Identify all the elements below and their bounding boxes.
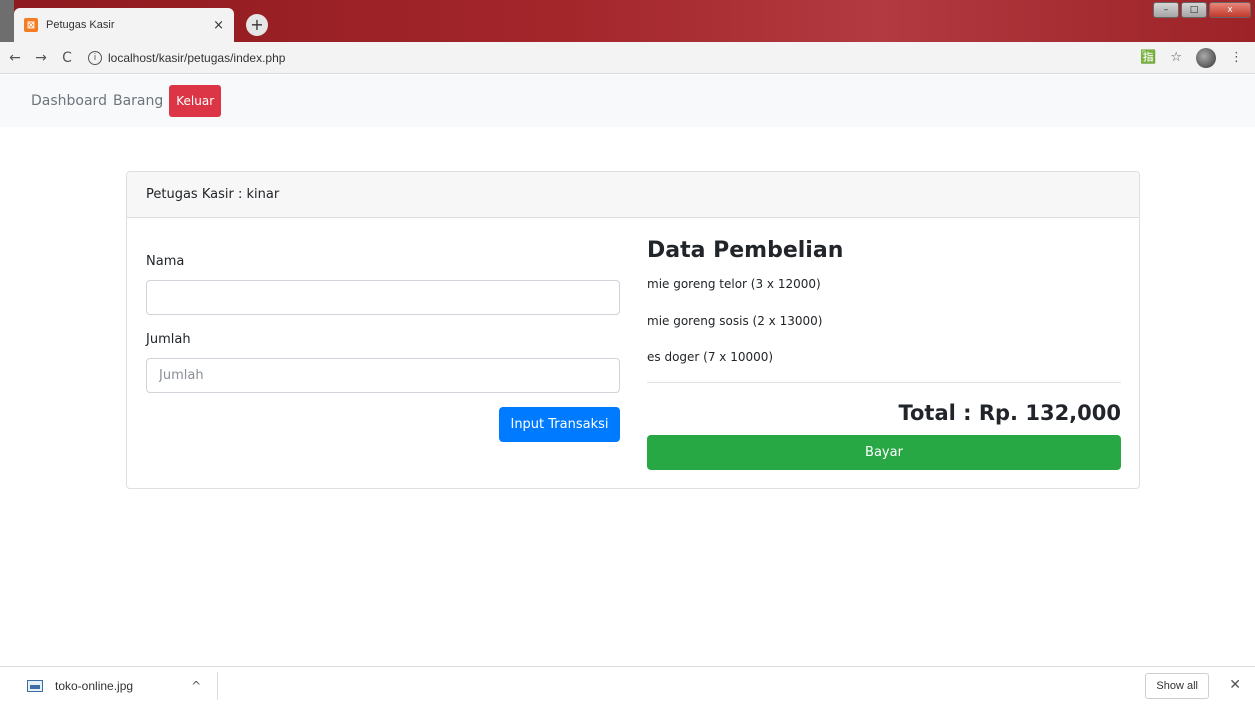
browser-menu-icon[interactable]: ⋮ [1230, 50, 1243, 65]
cashier-card: Petugas Kasir : kinar Nama Jumlah Input … [126, 171, 1140, 489]
download-file-name[interactable]: toko-online.jpg [55, 679, 133, 693]
address-bar[interactable]: i localhost/kasir/petugas/index.php [88, 46, 1140, 70]
purchase-divider [647, 382, 1121, 383]
browser-titlebar: ⊠ Petugas Kasir × + – □ x [0, 0, 1255, 42]
purchase-item: mie goreng sosis (2 x 13000) [647, 314, 823, 328]
show-all-button[interactable]: Show all [1145, 673, 1209, 699]
maximize-button[interactable]: □ [1181, 2, 1207, 18]
jumlah-label: Jumlah [146, 332, 191, 347]
profile-avatar[interactable] [1196, 47, 1216, 68]
close-icon[interactable]: ✕ [1229, 677, 1241, 693]
browser-tab[interactable]: ⊠ Petugas Kasir × [14, 8, 234, 42]
nav-link-dashboard[interactable]: Dashboard [31, 93, 107, 109]
purchase-item: es doger (7 x 10000) [647, 350, 774, 364]
purchase-total: Total : Rp. 132,000 [898, 401, 1121, 425]
translate-icon[interactable]: 🈯 [1140, 50, 1156, 65]
site-info-icon[interactable]: i [88, 50, 102, 65]
forward-arrow-icon[interactable]: → [30, 50, 52, 66]
back-arrow-icon[interactable]: ← [4, 50, 26, 66]
minimize-button[interactable]: – [1153, 2, 1179, 18]
nama-input[interactable] [146, 280, 620, 315]
new-tab-button[interactable]: + [246, 14, 268, 36]
browser-toolbar: ← → C i localhost/kasir/petugas/index.ph… [0, 42, 1255, 74]
card-header: Petugas Kasir : kinar [127, 172, 1139, 218]
bayar-button[interactable]: Bayar [647, 435, 1121, 470]
download-separator [217, 671, 219, 700]
purchase-item: mie goreng telor (3 x 12000) [647, 277, 821, 291]
jumlah-input[interactable] [146, 358, 620, 393]
close-window-button[interactable]: x [1209, 2, 1251, 18]
url-text: localhost/kasir/petugas/index.php [108, 50, 286, 65]
download-bar: toko-online.jpg ^ Show all ✕ [0, 666, 1255, 704]
nama-label: Nama [146, 254, 185, 269]
window-controls: – □ x [1153, 2, 1251, 18]
titlebar-edge [0, 0, 14, 42]
purchase-title: Data Pembelian [647, 238, 844, 263]
chevron-up-icon[interactable]: ^ [191, 679, 201, 693]
input-transaksi-button[interactable]: Input Transaksi [499, 407, 620, 442]
tab-title: Petugas Kasir [46, 19, 115, 31]
nav-link-barang[interactable]: Barang [113, 93, 163, 109]
xampp-favicon-icon: ⊠ [24, 18, 38, 32]
image-file-icon [27, 679, 43, 692]
toolbar-actions: 🈯 ☆ ⋮ [1140, 47, 1243, 68]
tab-close-icon[interactable]: × [213, 18, 224, 33]
bookmark-star-icon[interactable]: ☆ [1170, 50, 1182, 65]
app-navbar: Dashboard Barang Keluar [0, 75, 1255, 127]
logout-button[interactable]: Keluar [169, 85, 222, 117]
reload-icon[interactable]: C [56, 50, 78, 66]
